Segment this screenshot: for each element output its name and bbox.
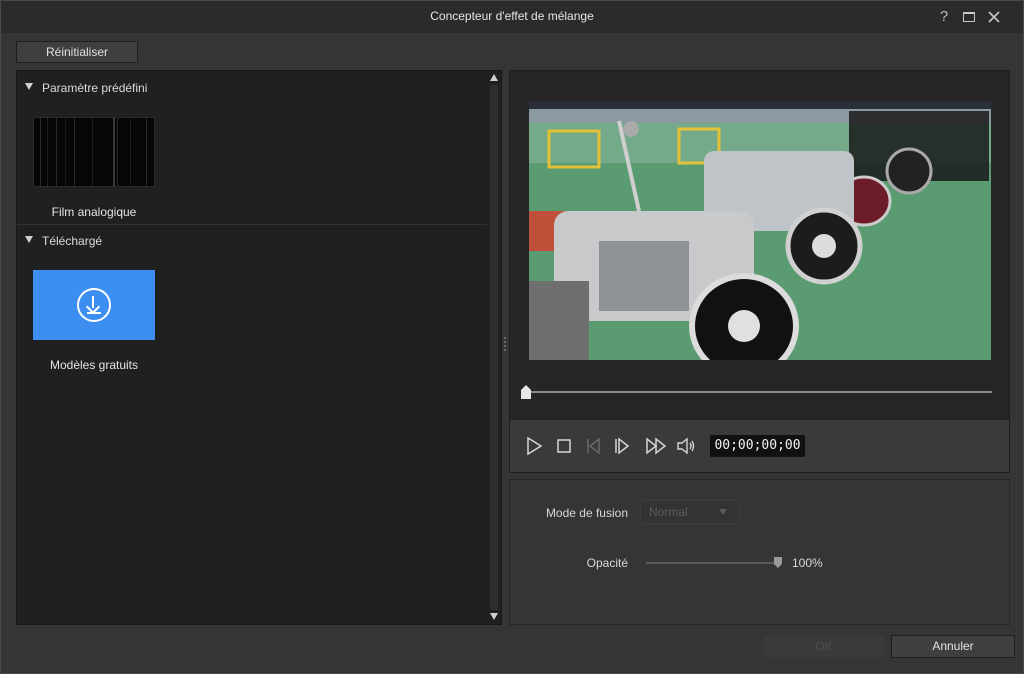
panel-splitter-handle[interactable] [503, 337, 507, 357]
playback-controls: 00;00;00;00 [510, 420, 1009, 472]
blend-mode-label: Mode de fusion [545, 506, 628, 520]
close-icon[interactable] [984, 7, 1004, 27]
volume-icon[interactable] [676, 436, 696, 456]
timecode-display: 00;00;00;00 [710, 435, 805, 457]
collapse-triangle-icon[interactable] [25, 236, 33, 243]
help-icon[interactable]: ? [934, 7, 954, 27]
opacity-slider-thumb[interactable] [774, 557, 782, 568]
preview-panel: 00;00;00;00 [509, 70, 1010, 473]
blend-mode-select[interactable]: Normal [640, 500, 740, 524]
opacity-label: Opacité [586, 556, 628, 570]
preset-scrollbar[interactable] [487, 71, 501, 624]
blend-mode-value: Normal [649, 505, 688, 519]
title-bar: Concepteur d'effet de mélange ? [1, 1, 1023, 33]
reset-button[interactable]: Réinitialiser [16, 41, 138, 63]
film-analog-label: Film analogique [51, 205, 137, 219]
blend-effect-designer-window: Concepteur d'effet de mélange ? Réinitia… [0, 0, 1024, 674]
preview-video-frame [529, 101, 991, 360]
opacity-value: 100% [792, 556, 823, 570]
section-downloaded-header[interactable]: Téléchargé [17, 230, 487, 252]
collapse-triangle-icon[interactable] [25, 83, 33, 90]
free-templates-label: Modèles gratuits [49, 358, 139, 372]
section-predefined-header[interactable]: Paramètre prédéfini [17, 77, 487, 99]
scroll-up-icon[interactable] [490, 74, 498, 81]
film-analog-thumbnail[interactable] [33, 117, 155, 187]
settings-panel: Mode de fusion Normal Opacité 100% [509, 479, 1010, 625]
scroll-down-icon[interactable] [490, 613, 498, 620]
preset-library-panel: Paramètre prédéfini Film analogique Télé… [16, 70, 502, 625]
section-divider [17, 224, 487, 225]
scroll-track[interactable] [490, 85, 498, 610]
fast-forward-icon[interactable] [645, 436, 669, 456]
video-area [510, 71, 1009, 420]
timeline-playhead[interactable] [521, 385, 531, 399]
play-icon[interactable] [524, 436, 544, 456]
section-downloaded-label: Téléchargé [42, 234, 103, 248]
next-frame-icon[interactable] [614, 436, 634, 456]
chevron-down-icon [719, 509, 727, 515]
free-templates-thumbnail[interactable] [33, 270, 155, 340]
maximize-icon[interactable] [959, 7, 979, 27]
section-predefined-label: Paramètre prédéfini [42, 81, 148, 95]
download-icon [77, 288, 111, 322]
previous-frame-icon[interactable] [584, 436, 604, 456]
timeline-track[interactable] [524, 391, 992, 393]
window-title: Concepteur d'effet de mélange [430, 9, 594, 23]
ok-button[interactable]: OK [763, 635, 885, 658]
opacity-slider-track[interactable] [646, 562, 782, 564]
cancel-button[interactable]: Annuler [891, 635, 1015, 658]
stop-icon[interactable] [554, 436, 574, 456]
